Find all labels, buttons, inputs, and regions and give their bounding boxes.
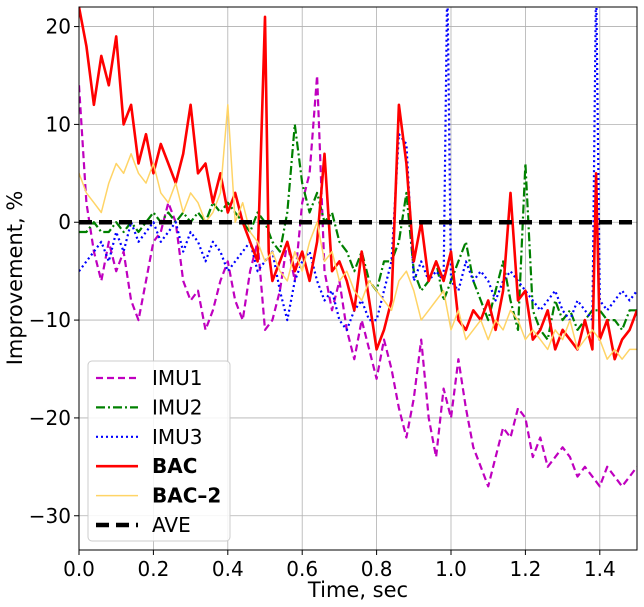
x-tick-label: 1.4	[584, 557, 616, 581]
legend: IMU1 IMU2 IMU3 BAC BAC–2 AVE	[87, 360, 231, 542]
x-tick-label: 1.0	[435, 557, 467, 581]
legend-label: IMU2	[152, 395, 203, 419]
y-tick-label: −30	[29, 504, 71, 528]
legend-label: IMU3	[152, 425, 203, 449]
x-axis-label: Time, sec	[307, 578, 408, 602]
line-chart: 0.0 0.2 0.4 0.6 0.8 1.0 1.2 1.4 −30−20−1001020 …	[0, 0, 644, 607]
x-tick-label: 1.2	[509, 557, 541, 581]
legend-label: IMU1	[152, 366, 203, 390]
x-tick-label: 0.0	[63, 557, 95, 581]
legend-label: BAC–2	[152, 484, 221, 508]
y-axis-label: Improvement, %	[3, 191, 27, 366]
y-tick-label: −10	[29, 308, 71, 332]
legend-label: AVE	[152, 513, 191, 537]
y-tick-label: 0	[58, 210, 71, 234]
y-tick-label: −20	[29, 406, 71, 430]
x-tick-label: 0.2	[137, 557, 169, 581]
x-tick-label: 0.4	[212, 557, 244, 581]
y-tick-label: 10	[46, 112, 71, 136]
y-tick-label: 20	[46, 15, 71, 39]
legend-label: BAC	[152, 454, 197, 478]
